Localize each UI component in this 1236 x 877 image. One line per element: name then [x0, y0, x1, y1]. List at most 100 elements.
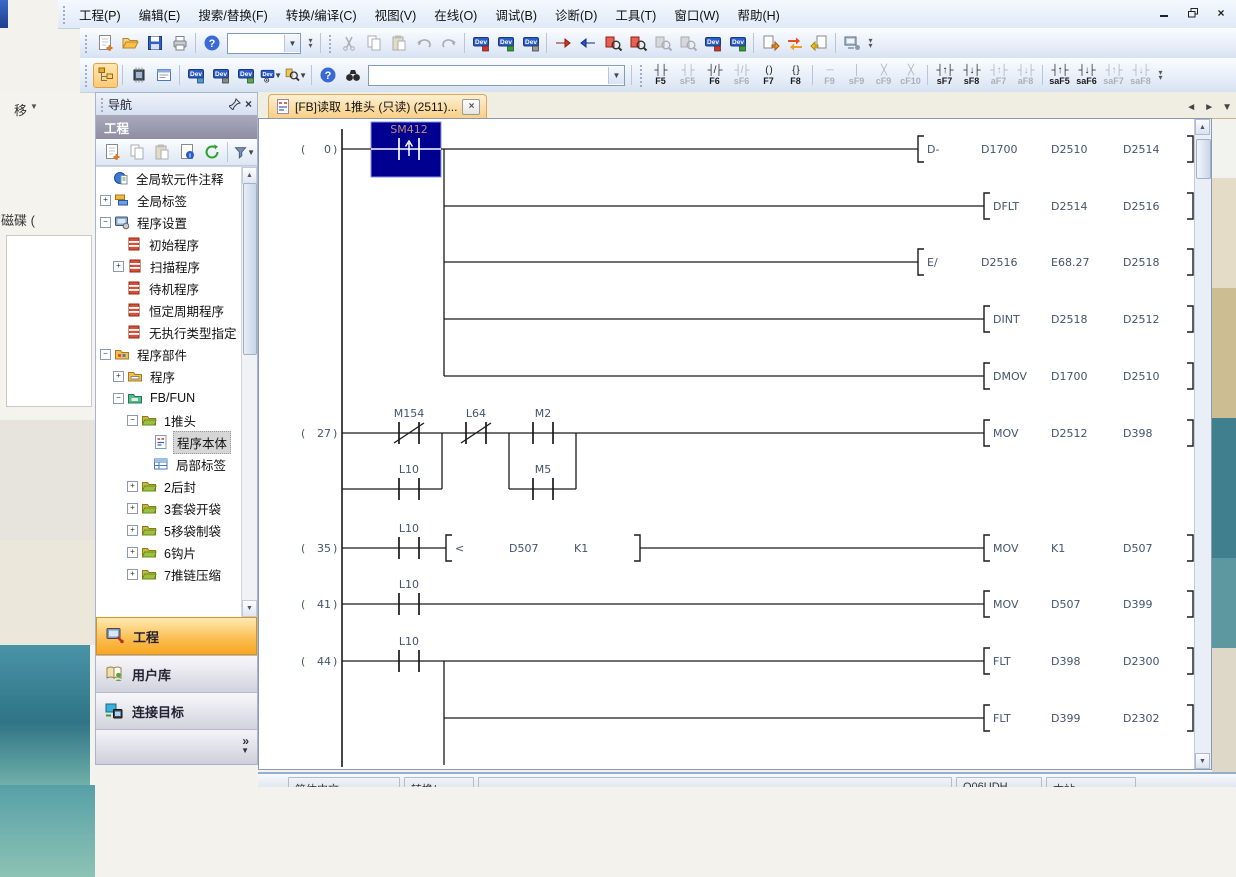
step-number[interactable]: ): [333, 427, 337, 440]
instruction-op[interactable]: MOV: [993, 427, 1019, 440]
tree-item-7推链压缩[interactable]: +7推链压缩: [96, 563, 257, 585]
tree-item-待机程序[interactable]: 待机程序: [96, 277, 257, 299]
expand-icon[interactable]: +: [100, 195, 111, 206]
instruction-arg[interactable]: D2518: [1051, 313, 1087, 326]
instruction-op[interactable]: MOV: [993, 542, 1019, 555]
write-to-plc-icon[interactable]: [551, 32, 574, 55]
instruction-arg[interactable]: K1: [1051, 542, 1065, 555]
device-label[interactable]: M154: [394, 407, 425, 420]
step-number[interactable]: ): [333, 143, 337, 156]
toolbar-grip[interactable]: [327, 33, 331, 54]
device-find-icon[interactable]: ▼: [284, 64, 307, 87]
tab-scroll-left-icon[interactable]: ◄: [1186, 102, 1196, 113]
step-number[interactable]: ): [333, 598, 337, 611]
ladder-key-F9[interactable]: ─F9: [816, 60, 843, 90]
expand-icon[interactable]: +: [127, 503, 138, 514]
program-read-icon[interactable]: [808, 32, 831, 55]
scroll-down-icon[interactable]: ▼: [242, 600, 257, 617]
instruction-arg[interactable]: D507: [1051, 598, 1080, 611]
device-comment-icon[interactable]: Dev: [469, 32, 492, 55]
menu-item-0[interactable]: 工程(P): [70, 2, 130, 27]
step-number[interactable]: (: [301, 655, 305, 668]
step-number[interactable]: 44: [317, 655, 331, 668]
toolbar-overflow-icon[interactable]: ▾▾: [1154, 63, 1167, 87]
verify-with-plc-icon[interactable]: [601, 32, 624, 55]
combo-dropdown-icon[interactable]: ▼: [284, 35, 300, 52]
new-project-icon[interactable]: [93, 32, 116, 55]
toolbar-overflow-icon[interactable]: ▾▾: [864, 31, 877, 55]
monitor-verify-icon[interactable]: [626, 32, 649, 55]
tree-item-无执行类型指定[interactable]: 无执行类型指定: [96, 321, 257, 343]
expand-icon[interactable]: +: [113, 261, 124, 272]
tree-item-3套袋开袋[interactable]: +3套袋开袋: [96, 497, 257, 519]
device-label[interactable]: L10: [399, 463, 419, 476]
scrollbar-thumb[interactable]: [1196, 139, 1211, 179]
toolbar-combobox[interactable]: ▼: [227, 33, 301, 54]
instruction-op[interactable]: D-: [927, 143, 939, 156]
tab-close-icon[interactable]: ×: [462, 99, 480, 115]
instruction-op[interactable]: E/: [927, 256, 938, 269]
close-icon[interactable]: ×: [245, 97, 252, 111]
ladder-key-saF5[interactable]: ┤↑├saF5: [1046, 60, 1073, 90]
tab-scroll-right-icon[interactable]: ►: [1204, 102, 1214, 113]
tree-item-局部标签[interactable]: 局部标签: [96, 453, 257, 475]
toolbar-grip[interactable]: [83, 63, 87, 87]
instruction-op[interactable]: MOV: [993, 598, 1019, 611]
output-window-icon[interactable]: [152, 64, 175, 87]
menu-item-4[interactable]: 视图(V): [366, 2, 426, 27]
device-batch-display-icon[interactable]: Dev: [234, 64, 257, 87]
scroll-up-icon[interactable]: ▲: [1195, 119, 1210, 135]
panel-grip[interactable]: [99, 96, 103, 111]
ladder-key-F6[interactable]: ┤/├F6: [701, 60, 728, 90]
tree-item-恒定周期程序[interactable]: 恒定周期程序: [96, 299, 257, 321]
sort-icon[interactable]: ▼: [232, 141, 255, 164]
save-project-icon[interactable]: [143, 32, 166, 55]
tree-item-2后封[interactable]: +2后封: [96, 475, 257, 497]
compare-op[interactable]: <: [455, 542, 464, 555]
property-icon[interactable]: i: [175, 141, 198, 164]
tab-list-icon[interactable]: ▼: [1222, 102, 1232, 113]
compare-arg[interactable]: D507: [509, 542, 538, 555]
ladder-canvas[interactable]: (0)SM412D-D1700D2510D2514DFLTD2514D2516E…: [259, 119, 1195, 769]
device-display-icon[interactable]: Dev: [209, 64, 232, 87]
toolbar-overflow-icon[interactable]: ▾▾: [304, 31, 317, 55]
instruction-arg[interactable]: D1700: [1051, 370, 1087, 383]
ladder-key-aF7[interactable]: ┤↑├aF7: [985, 60, 1012, 90]
tree-item-FB/FUN[interactable]: −FB/FUN: [96, 387, 257, 409]
device-label[interactable]: L64: [466, 407, 486, 420]
instruction-arg[interactable]: D2516: [1123, 200, 1159, 213]
menu-item-6[interactable]: 调试(B): [486, 2, 546, 27]
step-number[interactable]: 41: [317, 598, 331, 611]
device-label[interactable]: M5: [535, 463, 552, 476]
collapse-icon[interactable]: −: [113, 393, 124, 404]
ladder-key-sF8[interactable]: ┤↓├sF8: [958, 60, 985, 90]
expand-icon[interactable]: +: [127, 547, 138, 558]
menu-item-5[interactable]: 在线(O): [425, 2, 486, 27]
paste-icon[interactable]: [387, 32, 410, 55]
minimize-icon[interactable]: [1154, 4, 1176, 22]
instruction-arg[interactable]: D2516: [981, 256, 1017, 269]
menu-item-9[interactable]: 窗口(W): [665, 2, 728, 27]
menu-item-7[interactable]: 诊断(D): [546, 2, 606, 27]
device-label[interactable]: SM412: [390, 123, 427, 136]
view-button-工程[interactable]: 工程: [96, 617, 257, 655]
tree-item-扫描程序[interactable]: +扫描程序: [96, 255, 257, 277]
ladder-key-cF10[interactable]: ╳cF10: [897, 60, 924, 90]
instruction-arg[interactable]: D507: [1123, 542, 1152, 555]
tree-item-初始程序[interactable]: 初始程序: [96, 233, 257, 255]
instruction-arg[interactable]: D2300: [1123, 655, 1159, 668]
instruction-op[interactable]: FLT: [993, 712, 1011, 725]
instruction-op[interactable]: FLT: [993, 655, 1011, 668]
ladder-key-sF5[interactable]: ┤├sF5: [674, 60, 701, 90]
watch-2-icon[interactable]: [676, 32, 699, 55]
tree-scrollbar[interactable]: ▲ ▼: [241, 167, 257, 617]
scroll-down-icon[interactable]: ▼: [1195, 753, 1210, 769]
view-button-连接目标[interactable]: 连接目标: [96, 692, 257, 729]
redo-icon[interactable]: [437, 32, 460, 55]
instruction-arg[interactable]: D2514: [1123, 143, 1159, 156]
instruction-op[interactable]: DMOV: [993, 370, 1027, 383]
instruction-arg[interactable]: D398: [1123, 427, 1152, 440]
refresh-icon[interactable]: [200, 141, 223, 164]
scroll-up-icon[interactable]: ▲: [242, 167, 257, 184]
view-button-用户库[interactable]: 用户库: [96, 655, 257, 692]
